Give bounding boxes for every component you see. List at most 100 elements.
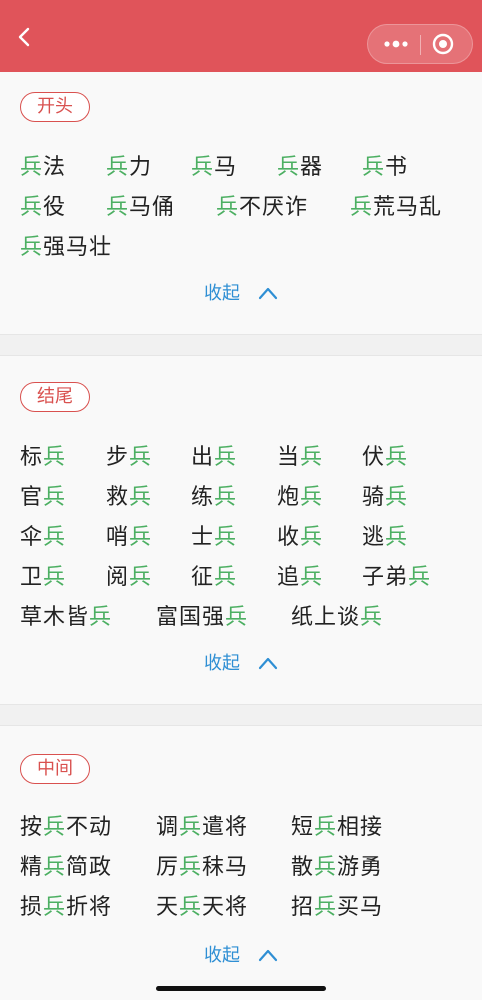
word-item[interactable]: 纸上谈兵 xyxy=(291,604,383,632)
highlight-char: 兵 xyxy=(300,485,324,510)
word-item[interactable]: 兵马 xyxy=(191,154,237,182)
word-part: 炮 xyxy=(277,485,301,510)
word-part: 买马 xyxy=(337,895,384,920)
word-item[interactable]: 练兵 xyxy=(191,484,237,512)
highlight-char: 兵 xyxy=(362,155,386,180)
word-item[interactable]: 兵力 xyxy=(106,154,152,182)
word-part: 马俑 xyxy=(129,195,176,220)
word-part: 遣将 xyxy=(202,815,249,840)
word-item[interactable]: 当兵 xyxy=(277,444,323,472)
word-part: 简政 xyxy=(66,855,113,880)
target-close-icon[interactable] xyxy=(432,33,454,55)
highlight-char: 兵 xyxy=(179,855,203,880)
word-item[interactable]: 官兵 xyxy=(20,484,66,512)
word-part: 招 xyxy=(291,895,315,920)
word-item[interactable]: 追兵 xyxy=(277,564,323,592)
word-item[interactable]: 救兵 xyxy=(106,484,152,512)
mini-program-capsule xyxy=(367,24,473,64)
word-item[interactable]: 哨兵 xyxy=(106,524,152,552)
top-nav-bar xyxy=(0,0,482,72)
word-item[interactable]: 调兵遣将 xyxy=(156,814,248,842)
word-item[interactable]: 兵书 xyxy=(362,154,408,182)
highlight-char: 兵 xyxy=(214,565,238,590)
highlight-char: 兵 xyxy=(43,485,67,510)
word-item[interactable]: 兵不厌诈 xyxy=(216,194,308,222)
word-part: 强马壮 xyxy=(43,235,113,260)
word-part: 标 xyxy=(20,445,44,470)
word-part: 散 xyxy=(291,855,315,880)
word-item[interactable]: 兵役 xyxy=(20,194,66,222)
word-part: 官 xyxy=(20,485,44,510)
word-part: 追 xyxy=(277,565,301,590)
word-item[interactable]: 征兵 xyxy=(191,564,237,592)
word-item[interactable]: 兵法 xyxy=(20,154,66,182)
word-part: 子弟 xyxy=(362,565,409,590)
word-part: 富国强 xyxy=(156,605,226,630)
word-part: 逃 xyxy=(362,525,386,550)
word-item[interactable]: 士兵 xyxy=(191,524,237,552)
word-item[interactable]: 散兵游勇 xyxy=(291,854,383,882)
word-item[interactable]: 炮兵 xyxy=(277,484,323,512)
word-item[interactable]: 卫兵 xyxy=(20,564,66,592)
word-item[interactable]: 步兵 xyxy=(106,444,152,472)
word-part: 哨 xyxy=(106,525,130,550)
word-item[interactable]: 标兵 xyxy=(20,444,66,472)
word-item[interactable]: 精兵简政 xyxy=(20,854,112,882)
collapse-button[interactable]: 收起 xyxy=(204,652,278,676)
section-start: 开头 兵法 兵力 兵马 兵器 兵书 兵役 兵马俑 兵不厌诈 兵荒马乱 兵强马壮 收起 xyxy=(0,72,482,334)
word-item[interactable]: 招兵买马 xyxy=(291,894,383,922)
word-item[interactable]: 收兵 xyxy=(277,524,323,552)
home-indicator xyxy=(156,986,326,991)
chevron-up-icon xyxy=(258,287,278,300)
collapse-button[interactable]: 收起 xyxy=(204,282,278,306)
back-icon[interactable] xyxy=(14,26,36,48)
word-part: 荒马乱 xyxy=(373,195,443,220)
collapse-label: 收起 xyxy=(204,945,240,966)
highlight-char: 兵 xyxy=(43,525,67,550)
highlight-char: 兵 xyxy=(179,815,203,840)
highlight-char: 兵 xyxy=(214,485,238,510)
word-part: 书 xyxy=(385,155,409,180)
word-item[interactable]: 兵荒马乱 xyxy=(350,194,442,222)
word-part: 马 xyxy=(214,155,238,180)
more-dots-icon[interactable] xyxy=(382,35,410,53)
word-item[interactable]: 草木皆兵 xyxy=(20,604,112,632)
word-part: 当 xyxy=(277,445,301,470)
highlight-char: 兵 xyxy=(216,195,240,220)
highlight-char: 兵 xyxy=(214,445,238,470)
section-tag: 中间 xyxy=(20,754,90,784)
section-divider xyxy=(0,334,482,356)
word-item[interactable]: 骑兵 xyxy=(362,484,408,512)
word-part: 不动 xyxy=(66,815,113,840)
word-item[interactable]: 富国强兵 xyxy=(156,604,248,632)
highlight-char: 兵 xyxy=(179,895,203,920)
word-part: 草木皆 xyxy=(20,605,90,630)
word-part: 征 xyxy=(191,565,215,590)
word-part: 伏 xyxy=(362,445,386,470)
word-item[interactable]: 伏兵 xyxy=(362,444,408,472)
highlight-char: 兵 xyxy=(385,525,409,550)
word-item[interactable]: 出兵 xyxy=(191,444,237,472)
word-item[interactable]: 伞兵 xyxy=(20,524,66,552)
word-part: 步 xyxy=(106,445,130,470)
word-item[interactable]: 天兵天将 xyxy=(156,894,248,922)
word-item[interactable]: 短兵相接 xyxy=(291,814,383,842)
word-item[interactable]: 子弟兵 xyxy=(362,564,431,592)
word-item[interactable]: 兵器 xyxy=(277,154,323,182)
word-item[interactable]: 按兵不动 xyxy=(20,814,112,842)
word-part: 天 xyxy=(156,895,180,920)
highlight-char: 兵 xyxy=(20,155,44,180)
word-item[interactable]: 阅兵 xyxy=(106,564,152,592)
highlight-char: 兵 xyxy=(89,605,113,630)
highlight-char: 兵 xyxy=(43,895,67,920)
word-item[interactable]: 逃兵 xyxy=(362,524,408,552)
word-item[interactable]: 兵强马壮 xyxy=(20,234,112,262)
word-item[interactable]: 兵马俑 xyxy=(106,194,175,222)
word-item[interactable]: 厉兵秣马 xyxy=(156,854,248,882)
highlight-char: 兵 xyxy=(43,815,67,840)
highlight-char: 兵 xyxy=(129,525,153,550)
word-item[interactable]: 损兵折将 xyxy=(20,894,112,922)
collapse-button[interactable]: 收起 xyxy=(204,944,278,968)
word-part: 骑 xyxy=(362,485,386,510)
collapse-label: 收起 xyxy=(204,653,240,674)
